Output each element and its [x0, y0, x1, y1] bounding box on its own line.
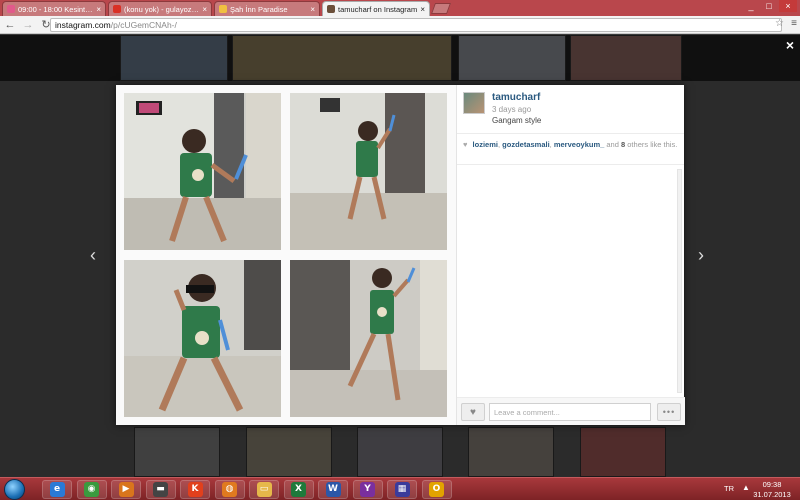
browser-tab-1[interactable]: 09:00 - 18:00 Kesintisiz M... × — [2, 1, 106, 16]
taskbar-media-player-button[interactable]: ▶ — [111, 480, 141, 499]
taskbar-firefox-button[interactable]: ◍ — [214, 480, 245, 499]
post-sidebar: tamucharf 3 days ago Gangam style ♥ lozi… — [456, 85, 685, 425]
firefox-icon: ◍ — [222, 482, 237, 497]
comment-input[interactable] — [489, 403, 651, 421]
address-bar[interactable]: instagram.com/p/cUGemCNAh-/ — [50, 18, 782, 32]
browser-tab-3[interactable]: Şah İnn Paradise × — [214, 1, 320, 16]
post-header: tamucharf 3 days ago Gangam style — [457, 85, 684, 134]
more-options-button[interactable]: ••• — [657, 403, 681, 421]
browser-tab-4-active[interactable]: tamucharf on Instagram × — [322, 1, 430, 16]
heart-icon: ♥ — [463, 140, 468, 149]
previous-photo-arrow-icon[interactable]: ‹ — [90, 245, 96, 266]
gmail-favicon-icon — [113, 5, 121, 13]
tray-expand-icon[interactable]: ▲ — [742, 483, 750, 492]
collage-photo-1 — [124, 93, 281, 250]
yahoo-icon: Y — [360, 482, 375, 497]
windows-taskbar: e ◉ ▶ ▬ K ◍ ▭ X W Y ▦ O TR ▲ 09:38 31.07.2013 — [0, 477, 800, 500]
tab-title: Şah İnn Paradise — [230, 4, 288, 14]
taskbar-yahoo-button[interactable]: Y — [352, 480, 383, 499]
maximize-icon[interactable]: □ — [760, 0, 778, 12]
explorer-folder-icon: ▭ — [256, 482, 272, 497]
taskbar-app-dark-button[interactable]: ▬ — [145, 480, 176, 499]
tab-title: 09:00 - 18:00 Kesintisiz M... — [18, 4, 94, 14]
k-app-icon: K — [187, 482, 203, 497]
heart-icon: ♥ — [470, 407, 476, 418]
taskbar-chrome-button[interactable]: ◉ — [76, 480, 107, 499]
url-path: /p/cUGemCNAh-/ — [110, 20, 177, 30]
new-tab-button[interactable] — [430, 3, 452, 14]
tab-close-icon[interactable]: × — [420, 5, 425, 14]
app-blue-icon: ▦ — [394, 482, 410, 497]
clock-date: 31.07.2013 — [753, 489, 791, 499]
app-yellow-icon: O — [429, 482, 444, 497]
page-favicon-icon — [219, 5, 227, 13]
excel-icon: X — [291, 482, 306, 497]
likes-summary: ♥ loziemi, gozdetasmali, merveoykum_ and… — [457, 134, 684, 165]
photo-modal: tamucharf 3 days ago Gangam style ♥ lozi… — [116, 85, 685, 425]
tab-close-icon[interactable]: × — [202, 5, 207, 14]
url-host: instagram.com — [55, 20, 111, 30]
clock-time: 09:38 — [762, 480, 782, 489]
instagram-page: × ‹ › tamucharf 3 days ago Gangam style … — [0, 35, 800, 477]
likes-and-text: and — [606, 140, 619, 149]
tab-close-icon[interactable]: × — [96, 5, 101, 14]
taskbar-explorer-folder-button[interactable]: ▭ — [249, 480, 279, 499]
close-modal-icon[interactable]: × — [786, 37, 794, 53]
comments-scrollbar[interactable] — [677, 169, 682, 393]
chrome-menu-icon[interactable]: ≡ — [791, 18, 797, 29]
liker-link[interactable]: gozdetasmali — [502, 140, 550, 149]
calendar-favicon-icon — [7, 5, 15, 13]
browser-tab-strip: 09:00 - 18:00 Kesintisiz M... × (konu yo… — [0, 0, 800, 16]
taskbar-word-button[interactable]: W — [318, 480, 348, 499]
taskbar-k-app-button[interactable]: K — [180, 480, 210, 499]
post-photo-collage — [116, 85, 456, 425]
language-indicator[interactable]: TR — [724, 484, 734, 493]
collage-photo-2 — [290, 93, 447, 250]
liker-link[interactable]: merveoykum_ — [554, 140, 604, 149]
media-player-icon: ▶ — [118, 482, 134, 497]
back-arrow-icon[interactable]: ← — [2, 17, 18, 33]
post-caption: Gangam style — [492, 116, 542, 125]
next-photo-arrow-icon[interactable]: › — [698, 245, 704, 266]
start-button[interactable] — [4, 479, 25, 500]
likes-others-count[interactable]: 8 — [621, 140, 625, 149]
liker-link[interactable]: loziemi — [473, 140, 498, 149]
system-clock[interactable]: 09:38 31.07.2013 — [752, 480, 792, 499]
collage-photo-4 — [290, 260, 447, 417]
forward-arrow-icon[interactable]: → — [20, 17, 36, 33]
instagram-favicon-icon — [327, 5, 335, 13]
like-button[interactable]: ♥ — [461, 403, 485, 421]
app-dark-icon: ▬ — [153, 482, 168, 497]
post-footer: ♥ ••• — [457, 397, 685, 425]
post-time-ago[interactable]: 3 days ago — [492, 105, 531, 114]
browser-toolbar: ← → ↻ instagram.com/p/cUGemCNAh-/ ☆ ≡ — [0, 16, 800, 34]
post-username[interactable]: tamucharf — [492, 92, 540, 103]
collage-photo-3 — [124, 260, 281, 417]
likes-others-text: others like this. — [627, 140, 678, 149]
chrome-icon: ◉ — [84, 482, 99, 497]
internet-explorer-icon: e — [49, 482, 65, 497]
taskbar-app-yellow-button[interactable]: O — [421, 480, 452, 499]
taskbar-excel-button[interactable]: X — [283, 480, 314, 499]
user-avatar[interactable] — [463, 92, 485, 114]
bookmark-star-icon[interactable]: ☆ — [775, 18, 784, 29]
window-close-icon[interactable]: × — [779, 0, 797, 12]
taskbar-app-blue-button[interactable]: ▦ — [387, 480, 417, 499]
tab-close-icon[interactable]: × — [310, 5, 315, 14]
tab-title: (konu yok) - gulayozu20... — [124, 4, 200, 14]
minimize-icon[interactable]: _ — [742, 0, 760, 12]
taskbar-internet-explorer-button[interactable]: e — [42, 480, 72, 499]
browser-tab-2[interactable]: (konu yok) - gulayozu20... × — [108, 1, 212, 16]
comments-area[interactable] — [457, 166, 685, 396]
tab-title: tamucharf on Instagram — [338, 4, 418, 14]
word-icon: W — [325, 482, 341, 497]
